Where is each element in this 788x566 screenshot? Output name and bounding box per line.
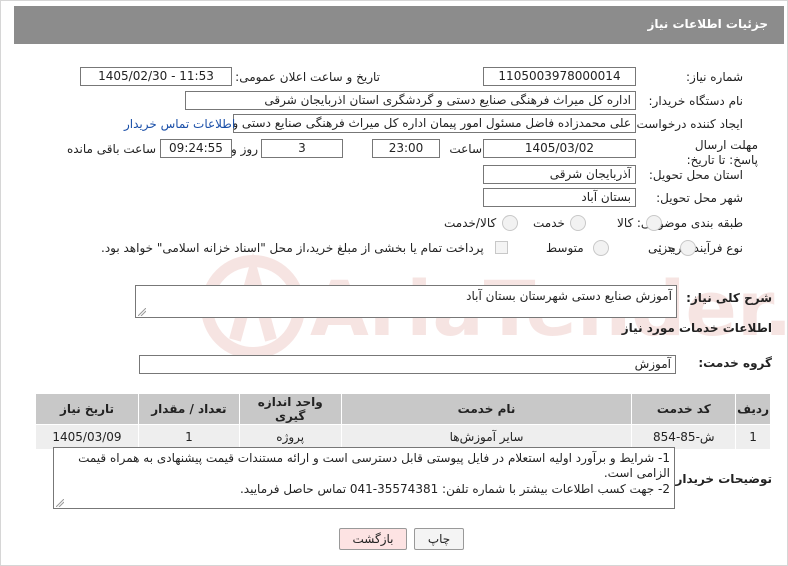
page-title: جزئیات اطلاعات نیاز xyxy=(647,17,768,31)
buyer-notes-line1: 1- شرایط و برآورد اولیه استعلام در فایل … xyxy=(78,451,670,480)
table-row: 1 ش-85-854 سایر آموزش‌ها پروژه 1 1405/03… xyxy=(35,424,771,450)
category-service-label: خدمت xyxy=(533,216,565,230)
category-goods-service-label: کالا/خدمت xyxy=(444,216,497,230)
back-button[interactable]: بازگشت xyxy=(339,528,407,550)
remaining-time-label: ساعت باقی مانده xyxy=(66,142,156,156)
cell-quantity: 1 xyxy=(137,424,240,450)
requester-label: ایجاد کننده درخواست: xyxy=(632,117,743,131)
summary-label: شرح کلی نیاز: xyxy=(686,291,772,305)
col-row: ردیف xyxy=(735,393,771,425)
need-number-label: شماره نیاز: xyxy=(686,70,743,84)
services-table: ردیف کد خدمت نام خدمت واحد اندازه گیری ت… xyxy=(35,393,771,450)
cell-row: 1 xyxy=(735,424,771,450)
buyer-notes-label: توضیحات خریدار: xyxy=(670,472,772,486)
col-service-name: نام خدمت xyxy=(340,393,633,425)
remaining-time-field[interactable]: 09:24:55 xyxy=(160,139,232,158)
buyer-org-field[interactable]: اداره کل میراث فرهنگی صنایع دستی و گردشگ… xyxy=(185,91,636,110)
treasury-payment-note: پرداخت تمام یا بخشی از مبلغ خرید،از محل … xyxy=(101,241,484,255)
requester-field[interactable]: علی محمدزاده فاضل مسئول امور پیمان اداره… xyxy=(233,114,636,133)
services-section-title: اطلاعات خدمات مورد نیاز xyxy=(621,321,772,335)
deadline-label: مهلت ارسال پاسخ: تا تاریخ: xyxy=(686,138,758,167)
service-group-field[interactable]: آموزش xyxy=(139,355,676,374)
province-label: استان محل تحویل: xyxy=(648,168,743,182)
summary-text: آموزش صنایع دستی شهرستان بستان آباد xyxy=(466,289,672,303)
province-field[interactable]: آذربایجان شرقی xyxy=(483,165,636,184)
buyer-notes-line2: 2- جهت کسب اطلاعات بیشتر با شماره تلفن: … xyxy=(239,482,670,496)
summary-textarea[interactable]: آموزش صنایع دستی شهرستان بستان آباد xyxy=(135,285,677,318)
purchase-medium-label: متوسط xyxy=(546,241,584,255)
buyer-contact-link[interactable]: اطلاعات تماس خریدار xyxy=(124,117,235,131)
col-unit: واحد اندازه گیری xyxy=(238,393,342,425)
category-goods-label: کالا xyxy=(617,216,634,230)
print-button[interactable]: چاپ xyxy=(414,528,464,550)
announce-date-field[interactable]: 1405/02/30 - 11:53 xyxy=(80,67,232,86)
col-quantity: تعداد / مقدار xyxy=(137,393,240,425)
deadline-time-field[interactable]: 23:00 xyxy=(372,139,440,158)
deadline-time-label: ساعت xyxy=(449,142,482,156)
purchase-medium-radio[interactable] xyxy=(593,240,609,256)
services-table-header: ردیف کد خدمت نام خدمت واحد اندازه گیری ت… xyxy=(35,393,771,425)
announce-date-label: تاریخ و ساعت اعلان عمومی: xyxy=(235,70,380,84)
treasury-payment-checkbox[interactable] xyxy=(495,241,508,254)
cell-service-name: سایر آموزش‌ها xyxy=(340,424,633,450)
city-label: شهر محل تحویل: xyxy=(656,191,743,205)
service-group-label: گروه خدمت: xyxy=(698,356,772,370)
category-service-radio[interactable] xyxy=(570,215,586,231)
col-need-date: تاریخ نیاز xyxy=(35,393,139,425)
purchase-minor-label: جزیی xyxy=(648,241,676,255)
category-goods-service-radio[interactable] xyxy=(502,215,518,231)
purchase-minor-radio[interactable] xyxy=(680,240,696,256)
category-goods-radio[interactable] xyxy=(646,215,662,231)
col-service-code: کد خدمت xyxy=(631,393,737,425)
days-count-field[interactable]: 3 xyxy=(261,139,343,158)
resize-grip-icon[interactable] xyxy=(138,308,146,316)
cell-need-date: 1405/03/09 xyxy=(35,424,139,450)
days-label: روز و xyxy=(231,142,258,156)
page-header: جزئیات اطلاعات نیاز xyxy=(14,6,784,44)
cell-service-code: ش-85-854 xyxy=(631,424,737,450)
city-field[interactable]: بستان آباد xyxy=(483,188,636,207)
deadline-date-field[interactable]: 1405/03/02 xyxy=(483,139,636,158)
resize-grip-icon[interactable] xyxy=(56,499,64,507)
buyer-org-label: نام دستگاه خریدار: xyxy=(648,94,744,108)
cell-unit: پروژه xyxy=(238,424,342,450)
buyer-notes-textarea[interactable]: 1- شرایط و برآورد اولیه استعلام در فایل … xyxy=(53,447,675,509)
need-number-field[interactable]: 1105003978000014 xyxy=(483,67,636,86)
